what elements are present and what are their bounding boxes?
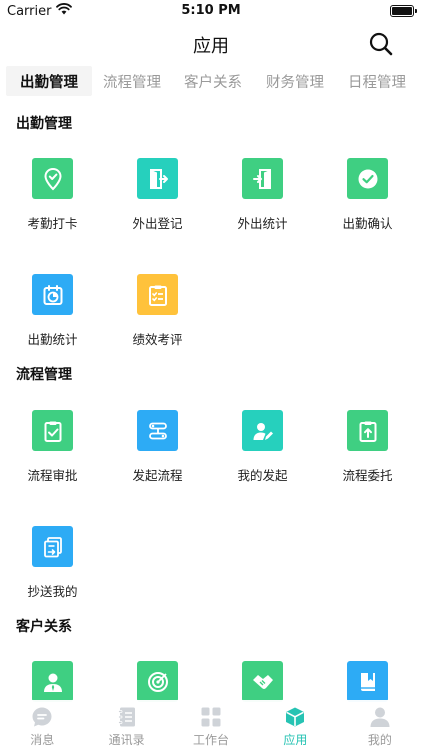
- app-item-check-in[interactable]: 考勤打卡: [0, 158, 105, 248]
- app-item-attendance-stats[interactable]: 出勤统计: [0, 274, 105, 364]
- bottom-tab-contacts[interactable]: 通讯录: [84, 700, 168, 750]
- contact-icon: [32, 661, 73, 702]
- app-label: 考勤打卡: [27, 216, 78, 231]
- app-item-start-flow[interactable]: 发起流程: [105, 410, 210, 500]
- app-label: 外出统计: [237, 216, 288, 231]
- app-label: 出勤确认: [342, 216, 393, 231]
- bottom-tab-label: 通讯录: [108, 733, 145, 747]
- search-icon: [369, 32, 393, 56]
- section-title-workflow: 流程管理: [16, 367, 72, 383]
- app-item-attendance-confirm[interactable]: 出勤确认: [315, 158, 420, 248]
- bottom-tab-workbench[interactable]: 工作台: [169, 700, 253, 750]
- bottom-tab-label: 我的: [367, 733, 392, 747]
- category-tabs: 出勤管理 流程管理 客户关系 财务管理 日程管理: [0, 66, 422, 96]
- status-time: 5:10 PM: [181, 3, 241, 18]
- tab-customer[interactable]: 客户关系: [172, 66, 254, 96]
- flow-icon: [137, 410, 178, 451]
- app-item-flow-delegate[interactable]: 流程委托: [315, 410, 420, 500]
- search-button[interactable]: [368, 31, 394, 57]
- app-item-go-out-stats[interactable]: 外出统计: [210, 158, 315, 248]
- door-exit-icon: [137, 158, 178, 199]
- cube-icon: [284, 706, 306, 728]
- bottom-tab-messages[interactable]: 消息: [0, 700, 84, 750]
- app-label: 我的发起: [237, 468, 288, 483]
- battery-icon: [390, 5, 417, 17]
- clipboard-check-icon: [32, 410, 73, 451]
- app-label: 流程委托: [342, 468, 393, 483]
- section-title-attendance: 出勤管理: [16, 116, 72, 132]
- section-title-customer: 客户关系: [16, 619, 72, 635]
- bottom-tab-apps[interactable]: 应用: [253, 700, 337, 750]
- app-item-my-initiated[interactable]: 我的发起: [210, 410, 315, 500]
- tab-attendance[interactable]: 出勤管理: [6, 66, 92, 96]
- tab-finance[interactable]: 财务管理: [254, 66, 336, 96]
- bottom-tab-label: 工作台: [193, 733, 230, 747]
- user-edit-icon: [242, 410, 283, 451]
- app-label: 外出登记: [132, 216, 183, 231]
- app-item-go-out-register[interactable]: 外出登记: [105, 158, 210, 248]
- app-item-flow-approval[interactable]: 流程审批: [0, 410, 105, 500]
- book-icon: [347, 661, 388, 702]
- target-icon: [137, 661, 178, 702]
- bottom-tab-label: 消息: [30, 733, 55, 747]
- bottom-tab-mine[interactable]: 我的: [338, 700, 422, 750]
- app-label: 发起流程: [132, 468, 183, 483]
- bottom-tab-label: 应用: [283, 733, 308, 747]
- check-circle-icon: [347, 158, 388, 199]
- workbench-grid-icon: [200, 706, 222, 728]
- tab-schedule[interactable]: 日程管理: [336, 66, 418, 96]
- calendar-chart-icon: [32, 274, 73, 315]
- page-title: 应用: [193, 36, 229, 57]
- status-bar: Carrier 5:10 PM: [0, 0, 422, 22]
- location-check-icon: [32, 158, 73, 199]
- app-item-performance-review[interactable]: 绩效考评: [105, 274, 210, 364]
- app-label: 出勤统计: [27, 332, 78, 347]
- checklist-icon: [137, 274, 178, 315]
- bottom-tab-bar: 消息 通讯录 工作台 应用 我的: [0, 700, 422, 750]
- clipboard-upload-icon: [347, 410, 388, 451]
- copy-forward-icon: [32, 526, 73, 567]
- message-icon: [31, 706, 53, 728]
- app-label: 流程审批: [27, 468, 78, 483]
- door-enter-icon: [242, 158, 283, 199]
- handshake-icon: [242, 661, 283, 702]
- app-label: 绩效考评: [132, 332, 183, 347]
- contacts-book-icon: [116, 706, 138, 728]
- profile-icon: [369, 706, 391, 728]
- tab-workflow[interactable]: 流程管理: [92, 66, 172, 96]
- app-item-cc-to-me[interactable]: 抄送我的: [0, 526, 105, 616]
- app-label: 抄送我的: [27, 584, 78, 599]
- nav-bar: 应用: [0, 22, 422, 66]
